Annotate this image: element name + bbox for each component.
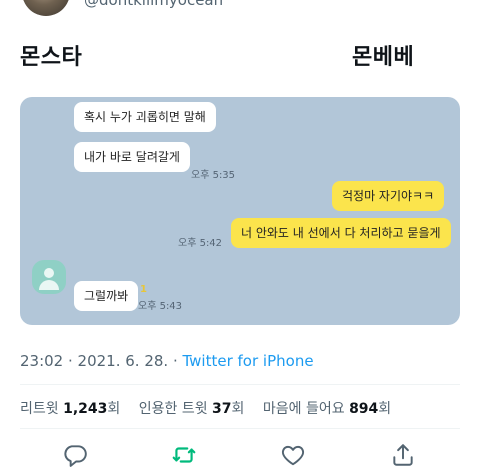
- reply-button[interactable]: [62, 442, 88, 468]
- tweet-stats: 리트윗 1,243회 인용한 트윗 37회 마음에 들어요 894회: [20, 398, 405, 418]
- chat-bubble-sent: 너 안와도 내 선에서 다 처리하고 묻을게: [231, 218, 451, 248]
- label-left: 몬스타: [20, 45, 83, 70]
- share-button[interactable]: [390, 442, 416, 468]
- retweets-stat[interactable]: 리트윗 1,243회: [20, 401, 120, 417]
- likes-stat[interactable]: 마음에 들어요 894회: [263, 401, 391, 417]
- divider: [20, 384, 460, 385]
- chat-timestamp: 오후 5:43: [138, 301, 183, 312]
- share-icon: [393, 444, 413, 466]
- reply-icon: [64, 445, 87, 467]
- chat-bubble-sent: 걱정마 자기야ㅋㅋ: [332, 181, 445, 211]
- label-right: 몬베베: [352, 45, 415, 70]
- chat-timestamp: 오후 5:42: [178, 238, 223, 249]
- divider: [20, 428, 460, 429]
- like-icon: [281, 445, 305, 466]
- chat-bubble-received: 내가 바로 달려갈게: [74, 142, 190, 172]
- profile-avatar[interactable]: [22, 0, 70, 16]
- tweet-meta: 23:02 · 2021. 6. 28. · Twitter for iPhon…: [20, 352, 314, 370]
- chat-bubble-received: 그럴까봐: [74, 281, 139, 311]
- quotes-stat[interactable]: 인용한 트윗 37회: [139, 401, 245, 417]
- chat-bubble-received: 혹시 누가 괴롭히면 말해: [74, 102, 216, 132]
- retweet-button[interactable]: [171, 442, 197, 468]
- like-button[interactable]: [280, 442, 306, 468]
- chat-screenshot[interactable]: 혹시 누가 괴롭히면 말해 내가 바로 달려갈게 오후 5:35 걱정마 자기야…: [20, 97, 460, 325]
- chat-profile-icon: [32, 260, 66, 294]
- tweet-datetime[interactable]: 23:02 · 2021. 6. 28. ·: [20, 352, 182, 370]
- tweet-source[interactable]: Twitter for iPhone: [182, 352, 313, 370]
- chat-timestamp: 오후 5:35: [191, 170, 236, 181]
- retweet-icon: [172, 447, 196, 463]
- unread-count: 1: [140, 284, 147, 295]
- user-handle[interactable]: @dontkillmyocean: [84, 0, 223, 9]
